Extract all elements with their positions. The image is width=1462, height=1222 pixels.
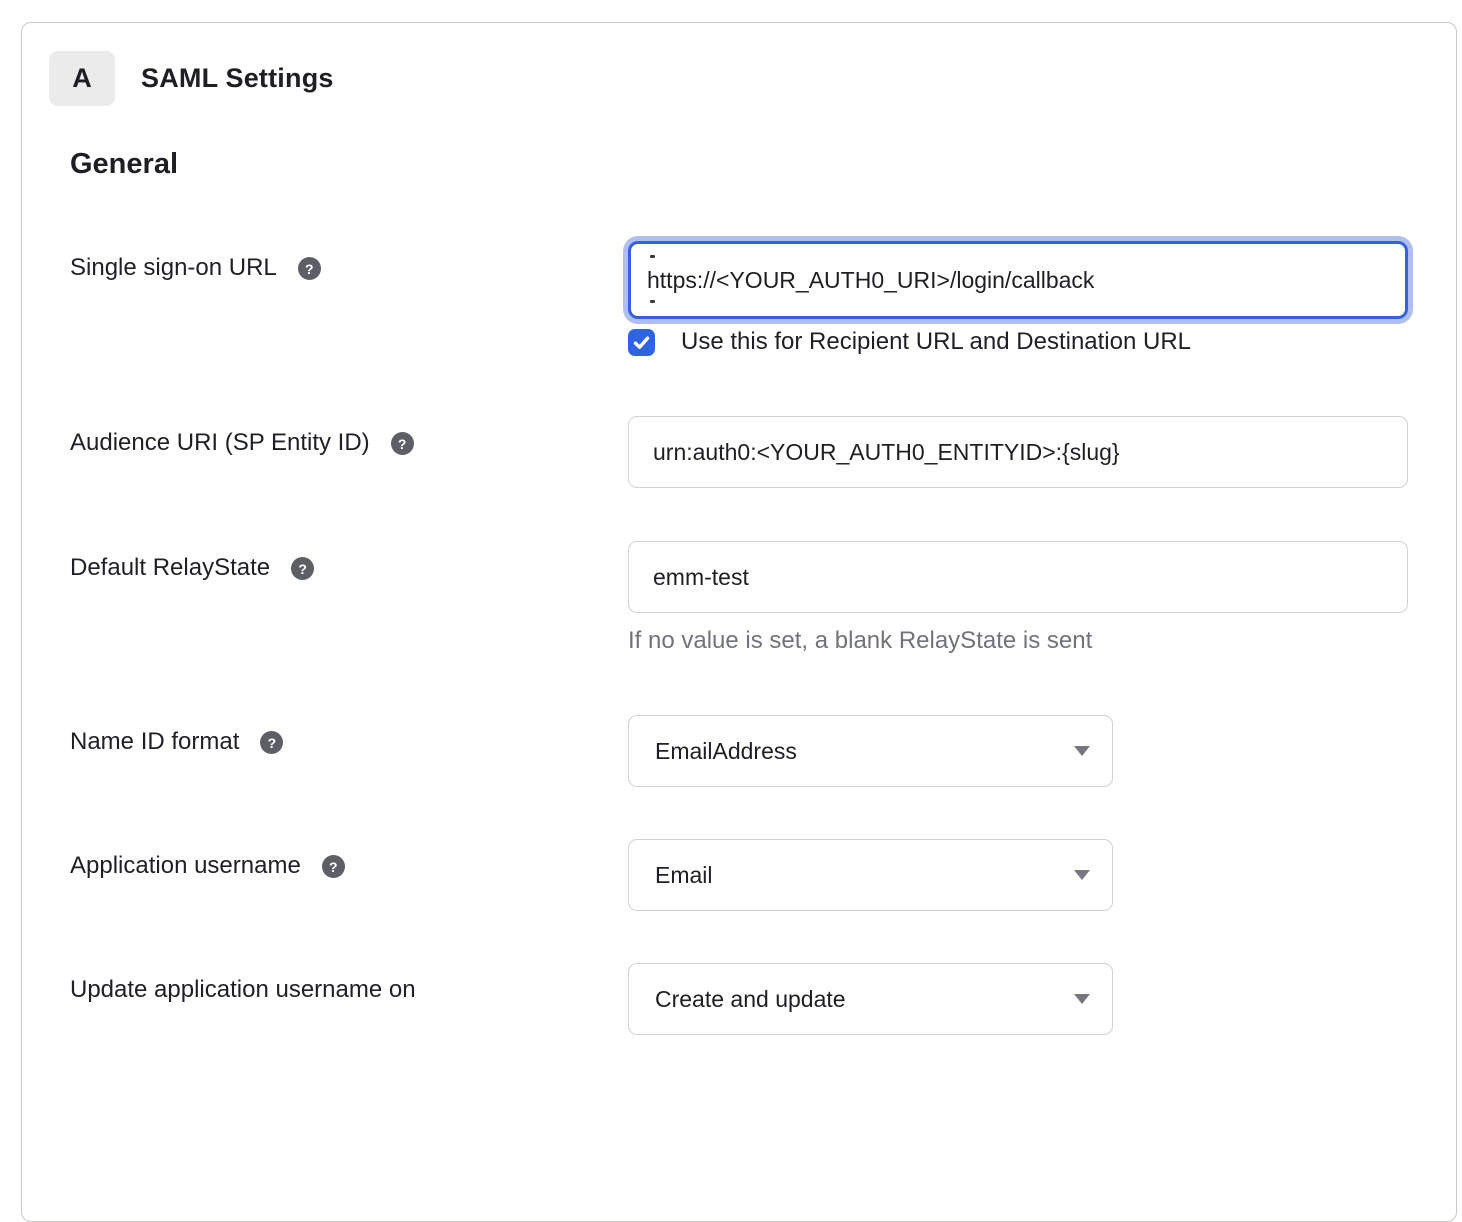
- relaystate-helper-text: If no value is set, a blank RelayState i…: [628, 627, 1456, 655]
- application-username-select[interactable]: Email: [628, 839, 1113, 911]
- card-title: SAML Settings: [141, 63, 334, 94]
- dropdown-arrow-icon: [1074, 746, 1090, 756]
- update-application-username-value: Create and update: [655, 986, 846, 1013]
- audience-uri-input[interactable]: [628, 416, 1408, 488]
- saml-general-form: Single sign-on URL ? Use this for Recipi…: [70, 241, 1456, 1035]
- recipient-url-checkbox-label: Use this for Recipient URL and Destinati…: [681, 328, 1191, 356]
- name-id-format-label: Name ID format: [70, 727, 239, 757]
- recipient-url-checkbox[interactable]: [628, 329, 655, 356]
- row-single-sign-on-url: Single sign-on URL ? Use this for Recipi…: [70, 241, 1456, 356]
- single-sign-on-url-label: Single sign-on URL: [70, 253, 277, 283]
- update-application-username-label: Update application username on: [70, 975, 416, 1005]
- help-icon[interactable]: ?: [391, 432, 414, 455]
- single-sign-on-url-input[interactable]: [628, 241, 1408, 319]
- section-badge: A: [49, 51, 115, 106]
- dropdown-arrow-icon: [1074, 994, 1090, 1004]
- help-icon[interactable]: ?: [322, 855, 345, 878]
- section-title-general: General: [70, 148, 1456, 181]
- row-application-username: Application username ? Email: [70, 839, 1456, 911]
- default-relaystate-input[interactable]: [628, 541, 1408, 613]
- row-update-application-username: Update application username on Create an…: [70, 963, 1456, 1035]
- name-id-format-select[interactable]: EmailAddress: [628, 715, 1113, 787]
- help-icon[interactable]: ?: [291, 557, 314, 580]
- card-header: A SAML Settings: [49, 51, 1456, 106]
- help-icon[interactable]: ?: [298, 257, 321, 280]
- help-icon[interactable]: ?: [260, 731, 283, 754]
- application-username-label: Application username: [70, 851, 301, 881]
- row-audience-uri: Audience URI (SP Entity ID) ?: [70, 416, 1456, 488]
- default-relaystate-label: Default RelayState: [70, 553, 270, 583]
- audience-uri-label: Audience URI (SP Entity ID): [70, 428, 370, 458]
- name-id-format-value: EmailAddress: [655, 738, 797, 765]
- row-default-relaystate: Default RelayState ? If no value is set,…: [70, 541, 1456, 655]
- check-icon: [632, 333, 651, 352]
- recipient-url-checkbox-row: Use this for Recipient URL and Destinati…: [628, 328, 1456, 356]
- dropdown-arrow-icon: [1074, 870, 1090, 880]
- application-username-value: Email: [655, 862, 713, 889]
- saml-settings-card: A SAML Settings General Single sign-on U…: [21, 22, 1457, 1222]
- row-name-id-format: Name ID format ? EmailAddress: [70, 715, 1456, 787]
- update-application-username-select[interactable]: Create and update: [628, 963, 1113, 1035]
